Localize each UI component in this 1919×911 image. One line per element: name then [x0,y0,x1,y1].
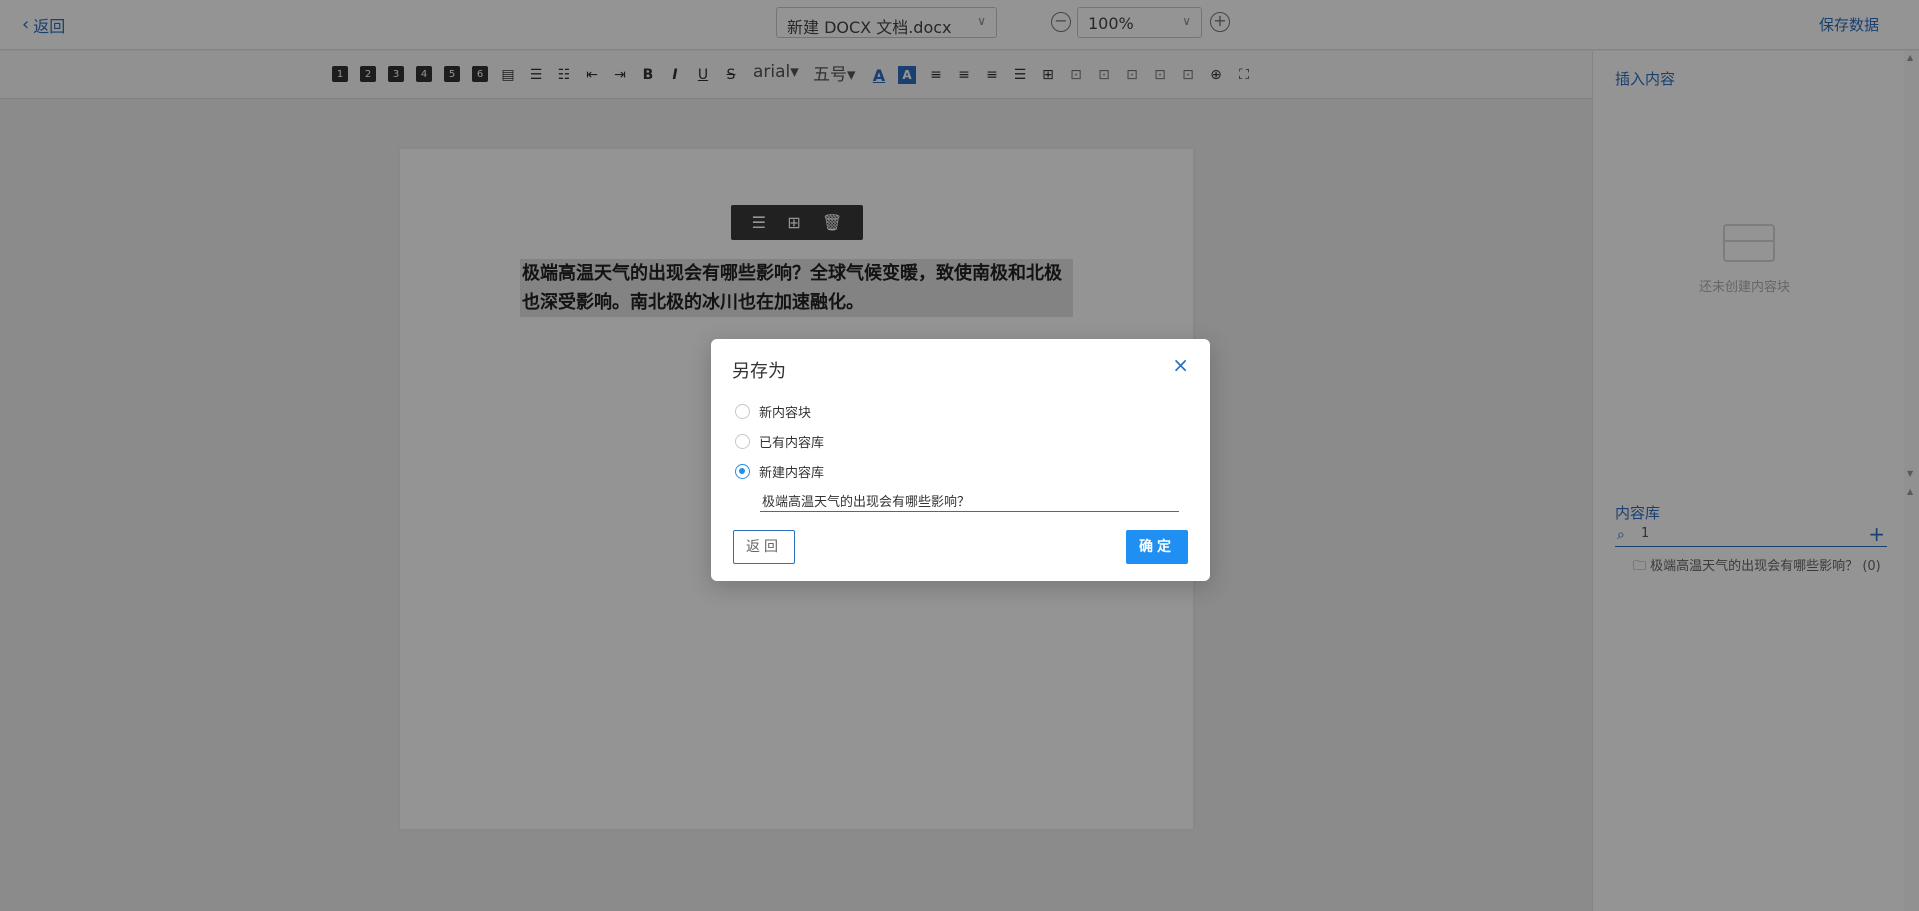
back-button[interactable]: 返回 [733,530,795,564]
option-existing-library-label: 已有内容库 [759,436,825,451]
confirm-button[interactable]: 确定 [1126,530,1188,564]
radio-new-block[interactable] [735,404,750,419]
option-new-library[interactable]: 新建内容库 [735,462,824,481]
option-new-block[interactable]: 新内容块 [735,402,811,421]
option-existing-library[interactable]: 已有内容库 [735,432,824,451]
close-icon[interactable]: × [1172,353,1189,377]
dialog-title: 另存为 [732,361,786,382]
option-new-library-label: 新建内容库 [759,466,825,481]
option-new-block-label: 新内容块 [759,406,812,421]
library-name-input[interactable] [760,490,1179,512]
save-as-dialog: 另存为 × 新内容块 已有内容库 新建内容库 返回 确定 [711,339,1210,581]
radio-new-library[interactable] [735,464,750,479]
radio-existing-library[interactable] [735,434,750,449]
